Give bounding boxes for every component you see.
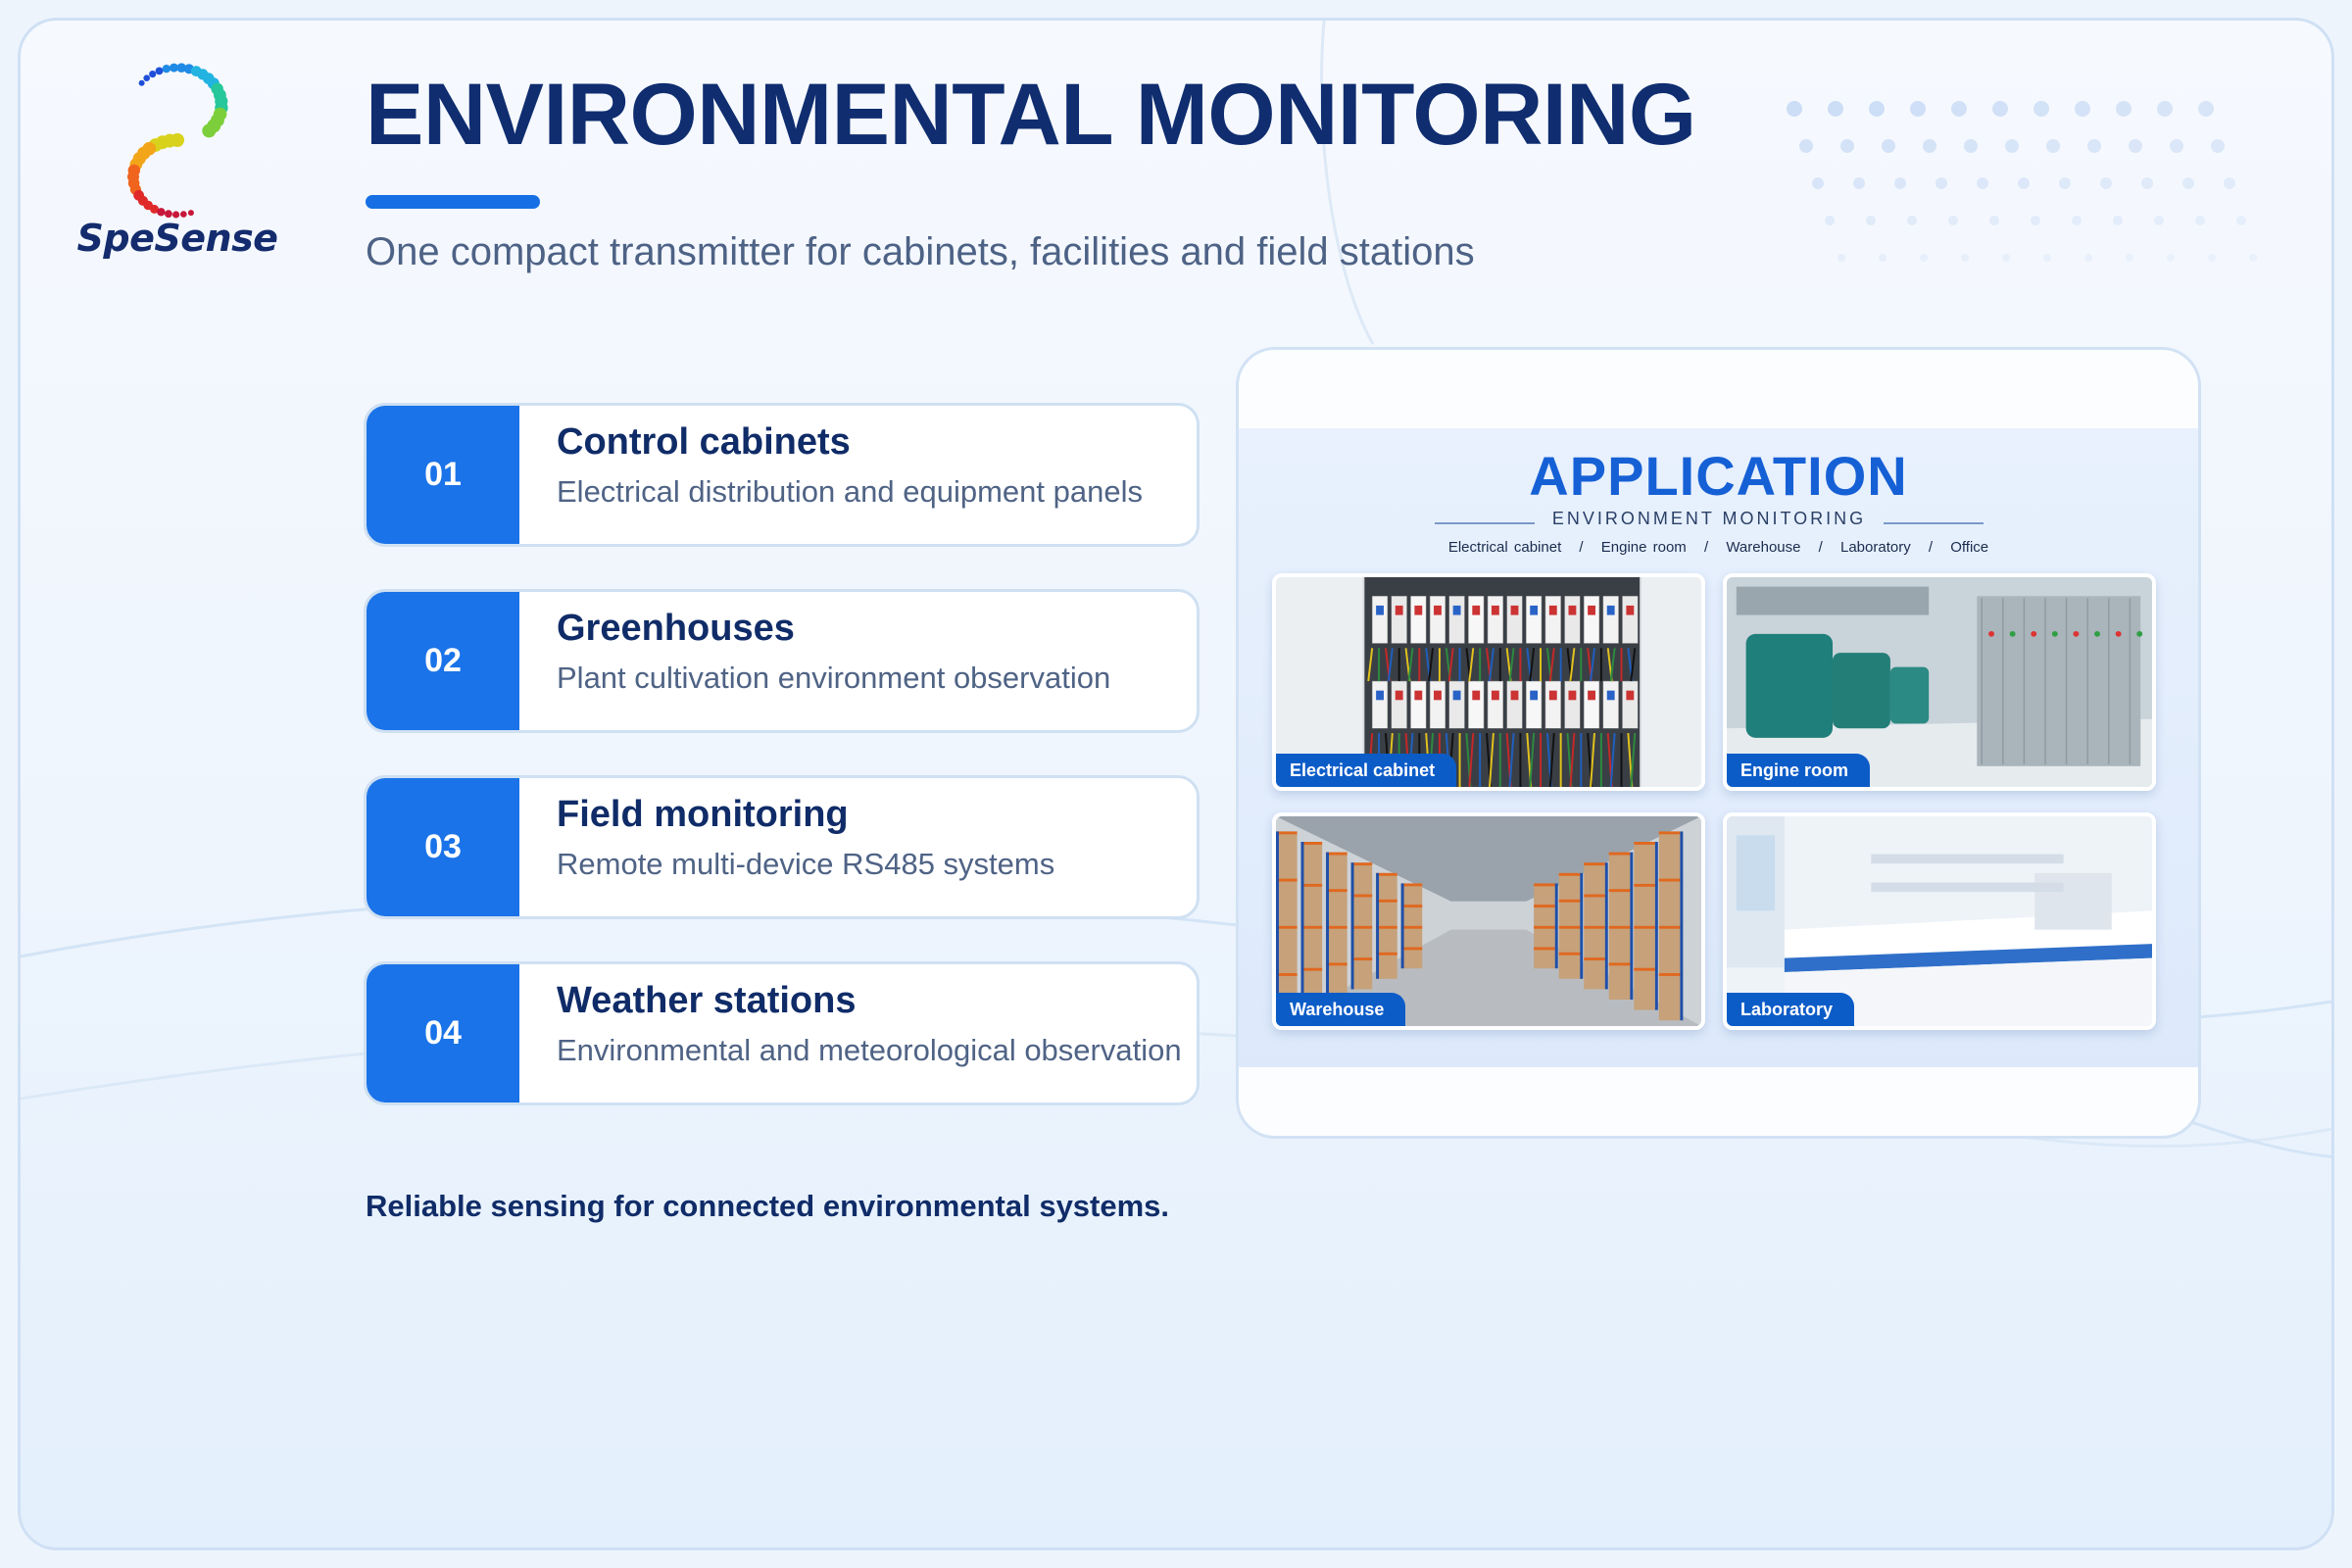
- logo-s-icon: [127, 63, 228, 219]
- item-description: Remote multi-device RS485 systems: [557, 847, 1055, 881]
- item-number: 02: [367, 592, 519, 730]
- category-label: Engine room: [1600, 539, 1687, 556]
- item-title: Weather stations: [557, 980, 857, 1021]
- tile-label: Laboratory: [1727, 993, 1855, 1026]
- item-number: 03: [367, 778, 519, 916]
- footer-note: Reliable sensing for connected environme…: [366, 1189, 1170, 1223]
- tile-label: Electrical cabinet: [1276, 754, 1457, 787]
- decorative-dot-grid: [1787, 101, 2257, 262]
- slide-frame: SpeSense ENVIRONMENTAL MONITORING One co…: [18, 18, 2334, 1550]
- application-categories: Electrical cabinet / Engine room / Wareh…: [1239, 539, 2198, 556]
- application-subtitle: ENVIRONMENT MONITORING: [1551, 509, 1867, 528]
- list-item: 01 Control cabinets Electrical distribut…: [364, 403, 1200, 547]
- list-item: 04 Weather stations Environmental and me…: [364, 961, 1200, 1105]
- item-description: Electrical distribution and equipment pa…: [557, 474, 1143, 509]
- brand-name: SpeSense: [76, 217, 278, 260]
- title-underline: [366, 195, 540, 209]
- brand-logo: SpeSense: [60, 40, 295, 275]
- item-number: 01: [367, 406, 519, 544]
- item-description: Plant cultivation environment observatio…: [557, 661, 1111, 695]
- page-subtitle: One compact transmitter for cabinets, fa…: [366, 230, 1475, 273]
- item-title: Field monitoring: [557, 794, 849, 835]
- application-card: APPLICATION ENVIRONMENT MONITORING Elect…: [1236, 347, 2201, 1139]
- application-panel: APPLICATION ENVIRONMENT MONITORING Elect…: [1239, 428, 2198, 1067]
- category-label: Warehouse: [1726, 539, 1801, 556]
- page-title: ENVIRONMENTAL MONITORING: [366, 65, 1696, 163]
- tile-label: Engine room: [1727, 754, 1871, 787]
- item-title: Greenhouses: [557, 608, 795, 649]
- tile-label: Warehouse: [1276, 993, 1406, 1026]
- tile-electrical-cabinet: Electrical cabinet: [1272, 573, 1705, 791]
- category-label: Electrical cabinet: [1447, 539, 1562, 556]
- category-separator: /: [1703, 539, 1709, 556]
- list-item: 03 Field monitoring Remote multi-device …: [364, 775, 1200, 919]
- tile-warehouse: Warehouse: [1272, 812, 1705, 1030]
- category-separator: /: [1579, 539, 1584, 556]
- item-number: 04: [367, 964, 519, 1102]
- item-description: Environmental and meteorological observa…: [557, 1033, 1182, 1067]
- category-separator: /: [1928, 539, 1934, 556]
- category-label: Office: [1950, 539, 1989, 556]
- tile-engine-room: Engine room: [1723, 573, 2156, 791]
- item-title: Control cabinets: [557, 421, 851, 463]
- category-label: Laboratory: [1840, 539, 1911, 556]
- tile-laboratory: Laboratory: [1723, 812, 2156, 1030]
- application-title: APPLICATION: [1529, 445, 1908, 507]
- category-separator: /: [1818, 539, 1823, 556]
- application-subtitle-row: ENVIRONMENT MONITORING: [1435, 509, 1984, 538]
- list-item: 02 Greenhouses Plant cultivation environ…: [364, 589, 1200, 733]
- divider: [1884, 522, 1984, 524]
